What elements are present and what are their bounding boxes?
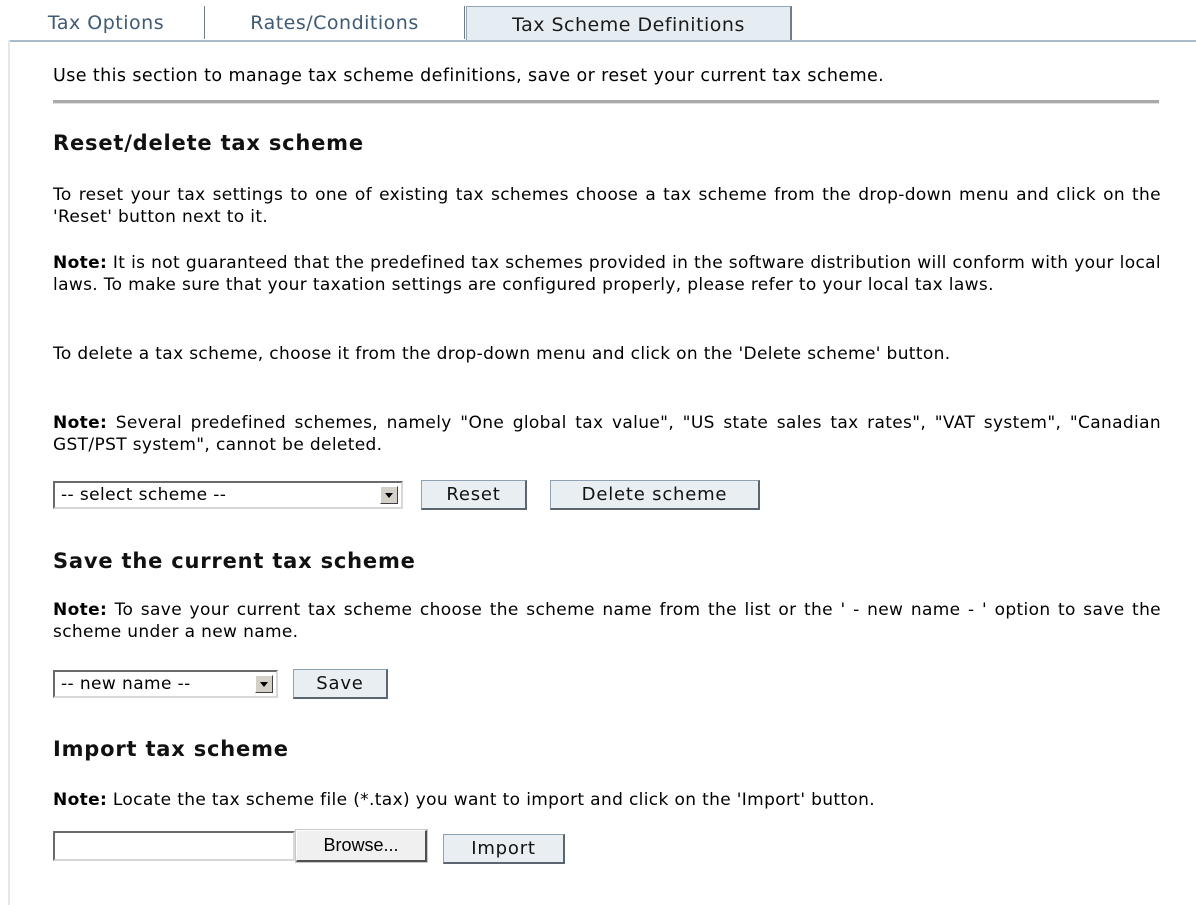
import-button[interactable]: Import [443,834,565,864]
scheme-select[interactable]: -- select scheme -- [53,481,403,509]
scheme-name-select[interactable]: -- new name -- [53,670,278,698]
scheme-select-value: -- select scheme -- [61,485,227,505]
panel-border [8,40,10,905]
save-section-heading: Save the current tax scheme [53,549,416,573]
tab-tax-options[interactable]: Tax Options [8,6,205,39]
tab-tax-scheme-definitions[interactable]: Tax Scheme Definitions [466,6,792,42]
tab-bar: Tax Options Rates/Conditions Tax Scheme … [8,6,1196,42]
scheme-name-select-value: -- new name -- [61,674,191,694]
reset-instructions: To reset your tax settings to one of exi… [53,185,1161,227]
delete-instructions: To delete a tax scheme, choose it from t… [53,344,951,364]
chevron-down-icon[interactable] [255,675,273,693]
import-section-heading: Import tax scheme [53,737,289,761]
delete-scheme-button[interactable]: Delete scheme [550,480,760,510]
intro-text: Use this section to manage tax scheme de… [53,66,885,86]
note-label: Note: [53,600,108,620]
note-label: Note: [53,253,108,273]
divider [53,100,1159,104]
chevron-down-icon[interactable] [380,486,398,504]
save-note-text: To save your current tax scheme choose t… [53,600,1161,642]
delete-note: Note: Several predefined schemes, namely… [53,412,1161,456]
note-label: Note: [53,790,108,810]
note-label: Note: [53,413,108,433]
reset-button[interactable]: Reset [421,480,527,510]
file-path-input[interactable] [53,831,295,861]
import-note-text: Locate the tax scheme file (*.tax) you w… [107,790,876,810]
reset-note: Note: It is not guaranteed that the pred… [53,252,1161,296]
tab-rates-conditions[interactable]: Rates/Conditions [205,6,465,39]
delete-note-text: Several predefined schemes, namely "One … [53,413,1161,455]
import-note: Note: Locate the tax scheme file (*.tax)… [53,789,1161,811]
save-note: Note: To save your current tax scheme ch… [53,599,1161,643]
reset-section-heading: Reset/delete tax scheme [53,131,364,155]
save-button[interactable]: Save [293,669,388,699]
reset-note-text: It is not guaranteed that the predefined… [53,253,1161,295]
browse-button[interactable]: Browse... [295,829,428,863]
tab-underline [8,40,1196,42]
